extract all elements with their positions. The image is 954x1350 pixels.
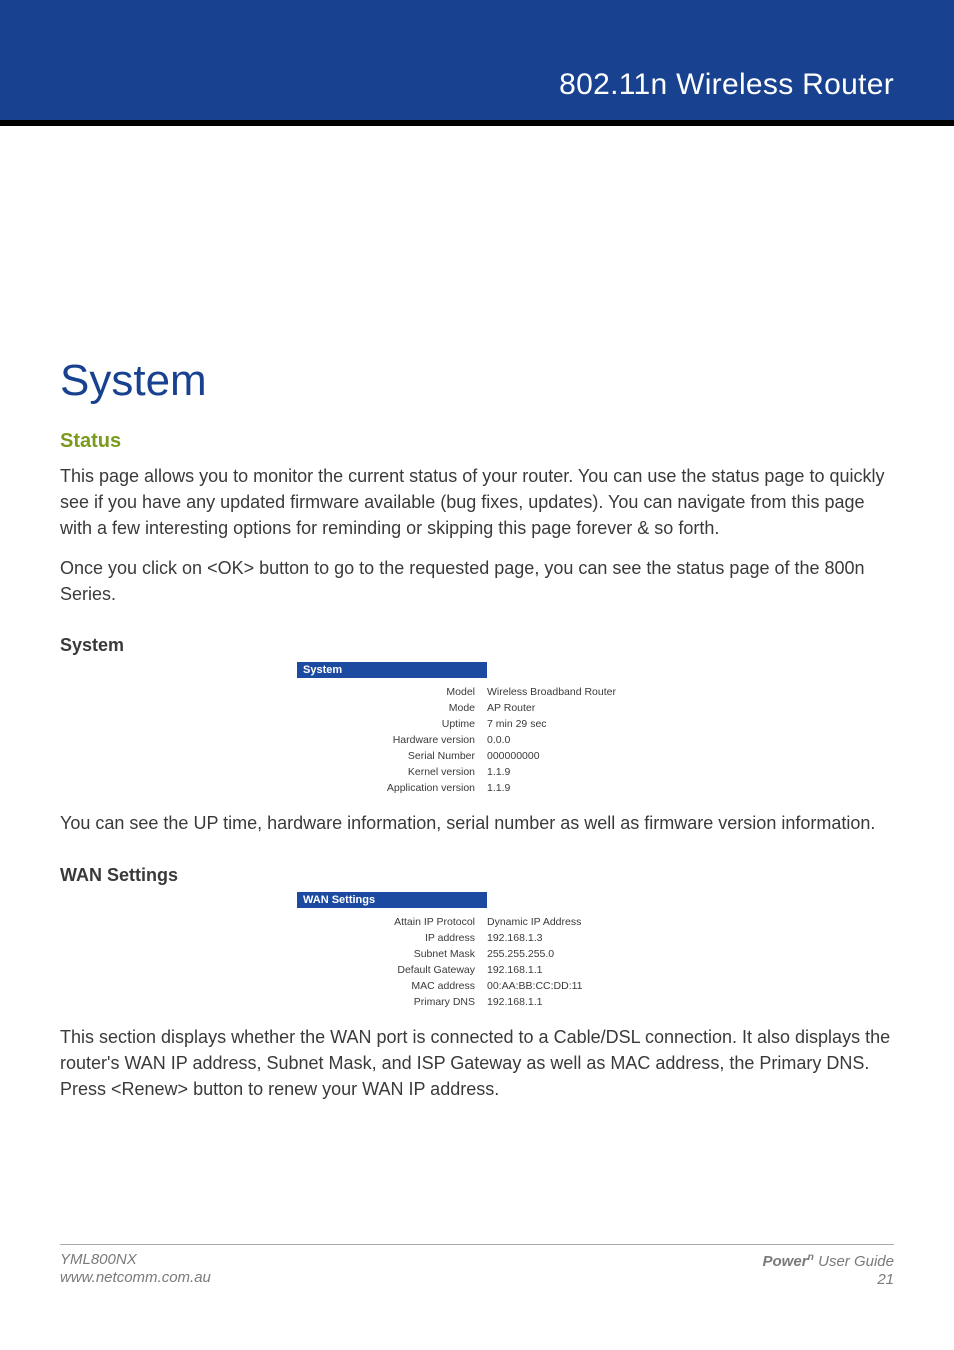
status-key: Model (297, 686, 487, 698)
status-key: Default Gateway (297, 964, 487, 976)
status-value: Wireless Broadband Router (487, 686, 657, 698)
status-key: Subnet Mask (297, 948, 487, 960)
status-key: Mode (297, 702, 487, 714)
status-value: 000000000 (487, 750, 657, 762)
status-row: Kernel version1.1.9 (297, 764, 657, 780)
footer-right: Powern User Guide 21 (763, 1251, 894, 1291)
status-key: Kernel version (297, 766, 487, 778)
page-h1: System (60, 356, 894, 406)
status-key: IP address (297, 932, 487, 944)
status-key: Uptime (297, 718, 487, 730)
system-heading: System (60, 635, 894, 656)
status-row: Subnet Mask255.255.255.0 (297, 946, 657, 962)
status-value: 255.255.255.0 (487, 948, 657, 960)
status-value: 00:AA:BB:CC:DD:11 (487, 980, 657, 992)
status-row: Uptime7 min 29 sec (297, 716, 657, 732)
footer-brand: Powern User Guide (763, 1253, 894, 1270)
status-paragraph-1: This page allows you to monitor the curr… (60, 463, 894, 541)
header-bar: 802.11n Wireless Router (0, 0, 954, 120)
status-row: MAC address00:AA:BB:CC:DD:11 (297, 978, 657, 994)
status-key: Application version (297, 782, 487, 794)
status-key: MAC address (297, 980, 487, 992)
status-row: Hardware version0.0.0 (297, 732, 657, 748)
wan-panel-header: WAN Settings (297, 892, 487, 908)
status-paragraph-2: Once you click on <OK> button to go to t… (60, 555, 894, 607)
status-row: Attain IP ProtocolDynamic IP Address (297, 914, 657, 930)
status-row: Application version1.1.9 (297, 780, 657, 796)
status-value: 192.168.1.1 (487, 996, 657, 1008)
status-value: Dynamic IP Address (487, 916, 657, 928)
footer: YML800NX www.netcomm.com.au Powern User … (60, 1244, 894, 1291)
footer-rule (60, 1244, 894, 1245)
system-after-text: You can see the UP time, hardware inform… (60, 810, 894, 836)
footer-page-number: 21 (763, 1271, 894, 1290)
wan-after-text: This section displays whether the WAN po… (60, 1024, 894, 1102)
wan-heading: WAN Settings (60, 865, 894, 886)
status-value: 192.168.1.3 (487, 932, 657, 944)
footer-model: YML800NX (60, 1251, 137, 1268)
status-key: Attain IP Protocol (297, 916, 487, 928)
status-row: ModelWireless Broadband Router (297, 684, 657, 700)
content: System Status This page allows you to mo… (0, 126, 954, 1102)
status-value: 0.0.0 (487, 734, 657, 746)
status-row: ModeAP Router (297, 700, 657, 716)
status-value: 1.1.9 (487, 766, 657, 778)
status-value: 1.1.9 (487, 782, 657, 794)
system-status-panel: System ModelWireless Broadband RouterMod… (297, 662, 657, 796)
status-row: IP address192.168.1.3 (297, 930, 657, 946)
status-value: AP Router (487, 702, 657, 714)
status-subheading: Status (60, 430, 894, 453)
wan-panel-body: Attain IP ProtocolDynamic IP AddressIP a… (297, 908, 657, 1010)
system-panel-header: System (297, 662, 487, 678)
status-value: 192.168.1.1 (487, 964, 657, 976)
system-panel-body: ModelWireless Broadband RouterModeAP Rou… (297, 678, 657, 796)
status-key: Primary DNS (297, 996, 487, 1008)
footer-left: YML800NX www.netcomm.com.au (60, 1251, 211, 1289)
status-row: Serial Number000000000 (297, 748, 657, 764)
status-key: Serial Number (297, 750, 487, 762)
footer-url: www.netcomm.com.au (60, 1269, 211, 1286)
status-key: Hardware version (297, 734, 487, 746)
header-title: 802.11n Wireless Router (559, 68, 894, 102)
status-value: 7 min 29 sec (487, 718, 657, 730)
status-row: Primary DNS192.168.1.1 (297, 994, 657, 1010)
wan-status-panel: WAN Settings Attain IP ProtocolDynamic I… (297, 892, 657, 1010)
status-row: Default Gateway192.168.1.1 (297, 962, 657, 978)
